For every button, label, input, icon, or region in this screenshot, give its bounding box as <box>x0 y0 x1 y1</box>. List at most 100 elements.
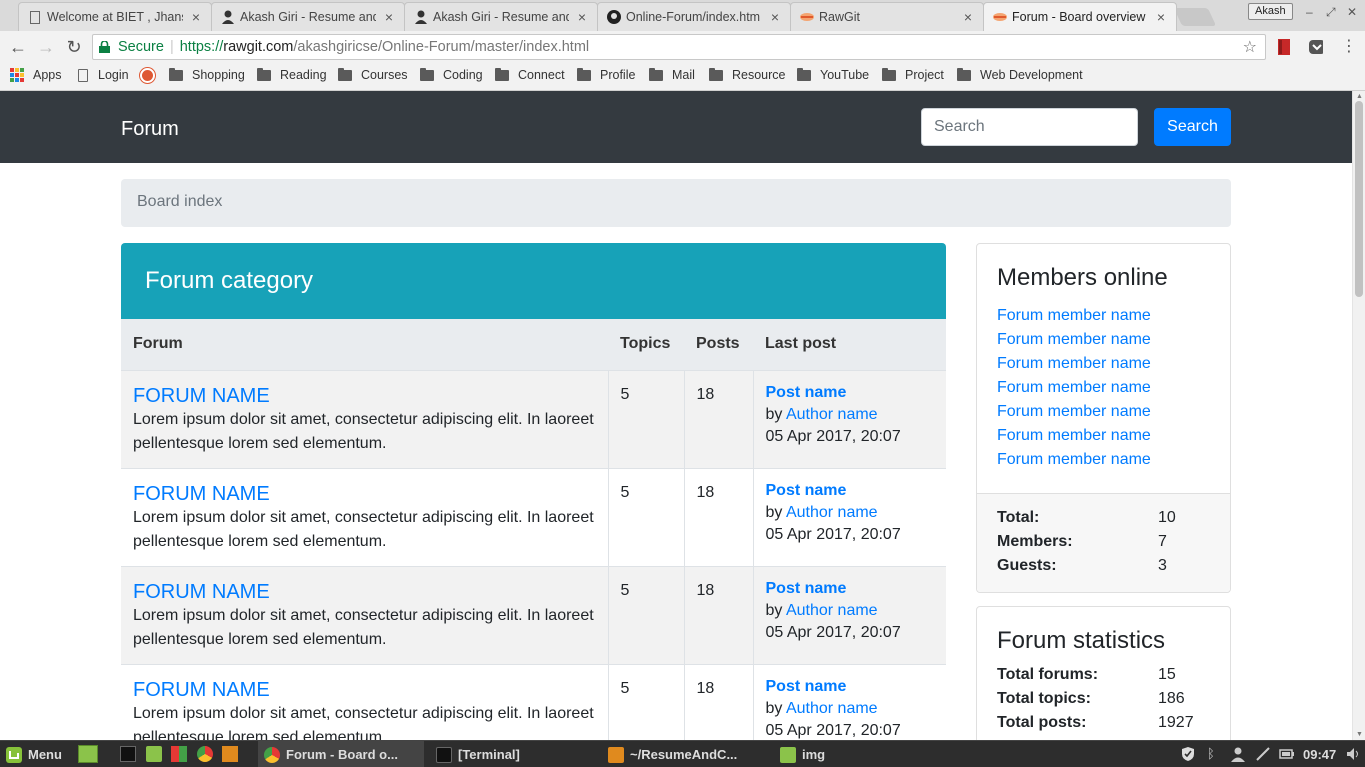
forum-name-link[interactable]: FORUM NAME <box>133 482 596 506</box>
browser-tab-active[interactable]: Forum - Board overview × <box>983 2 1177 31</box>
bookmark-folder[interactable]: Coding <box>420 67 483 82</box>
user-icon[interactable] <box>1230 746 1246 762</box>
author-link[interactable]: Author name <box>786 700 878 717</box>
bookmark-folder[interactable]: Mail <box>649 67 695 82</box>
address-bar[interactable]: Secure | https://rawgit.com/akashgiricse… <box>92 34 1266 60</box>
bookmark-folder[interactable]: YouTube <box>797 67 869 82</box>
post-name-link[interactable]: Post name <box>766 480 935 502</box>
tab-close-icon[interactable]: × <box>382 9 396 25</box>
volume-icon[interactable] <box>1345 746 1361 762</box>
sublime-launcher-icon[interactable] <box>222 746 238 762</box>
rawgit-icon <box>993 10 1007 24</box>
bookmark-label: Project <box>905 68 944 82</box>
post-name-link[interactable]: Post name <box>766 676 935 698</box>
page-icon <box>28 10 42 24</box>
post-name-link[interactable]: Post name <box>766 578 935 600</box>
browser-tab[interactable]: Akash Giri - Resume and × <box>211 2 405 31</box>
author-link[interactable]: Author name <box>786 602 878 619</box>
taskbar-window-chrome[interactable]: Forum - Board o... <box>258 741 424 767</box>
search-input[interactable] <box>921 108 1138 146</box>
pocket-icon[interactable] <box>1309 39 1323 55</box>
terminal-launcher-icon[interactable] <box>120 746 136 762</box>
scroll-up-icon[interactable]: ▲ <box>1356 93 1363 100</box>
window-close-icon[interactable]: ✕ <box>1347 5 1357 19</box>
folder-icon <box>257 67 271 81</box>
chrome-launcher-icon[interactable] <box>197 746 213 762</box>
bookmark-folder[interactable]: Project <box>882 67 944 82</box>
site-brand[interactable]: Forum <box>121 118 179 141</box>
scrollbar-thumb[interactable] <box>1355 101 1363 297</box>
files-launcher-icon[interactable] <box>146 746 162 762</box>
show-desktop-icon[interactable] <box>78 745 98 763</box>
tab-close-icon[interactable]: × <box>575 9 589 25</box>
bookmark-label: Apps <box>33 68 62 82</box>
member-link[interactable]: Forum member name <box>997 448 1230 472</box>
apps-launcher-icon[interactable] <box>171 746 187 762</box>
page-scrollbar[interactable]: ▲ ▼ <box>1352 91 1365 740</box>
battery-icon[interactable] <box>1279 746 1295 762</box>
author-link[interactable]: Author name <box>786 406 878 423</box>
table-row: FORUM NAME Lorem ipsum dolor sit amet, co… <box>121 565 946 664</box>
topics-count: 5 <box>607 467 684 566</box>
bookmark-folder[interactable]: Reading <box>257 67 327 82</box>
table-row: FORUM NAME Lorem ipsum dolor sit amet, co… <box>121 663 946 740</box>
folder-icon <box>495 67 509 81</box>
bookmark-apps[interactable]: Apps <box>10 68 62 82</box>
bookmark-duckduckgo[interactable] <box>140 68 155 83</box>
bookmark-star-icon[interactable]: ☆ <box>1243 37 1257 57</box>
posts-count: 18 <box>683 565 753 664</box>
author-link[interactable]: Author name <box>786 504 878 521</box>
browser-tab[interactable]: RawGit × <box>790 2 984 31</box>
breadcrumb: Board index <box>121 179 1231 227</box>
tab-close-icon[interactable]: × <box>1154 9 1168 25</box>
browser-tab[interactable]: Akash Giri - Resume and × <box>404 2 598 31</box>
member-link[interactable]: Forum member name <box>997 328 1230 352</box>
start-menu-button[interactable]: Menu <box>6 741 62 767</box>
tab-close-icon[interactable]: × <box>768 9 782 25</box>
new-tab-button[interactable] <box>1173 8 1217 26</box>
bookmark-folder[interactable]: Shopping <box>169 67 245 82</box>
bookmark-login[interactable]: Login <box>78 68 129 82</box>
member-link[interactable]: Forum member name <box>997 376 1230 400</box>
taskbar-window-terminal[interactable]: [Terminal] <box>436 741 520 767</box>
back-icon[interactable]: ← <box>7 36 29 58</box>
forum-name-link[interactable]: FORUM NAME <box>133 384 596 408</box>
browser-tab[interactable]: Online-Forum/index.htm × <box>597 2 791 31</box>
restore-icon[interactable]: ⤢ <box>1326 5 1336 20</box>
member-link[interactable]: Forum member name <box>997 400 1230 424</box>
reload-icon[interactable]: ↻ <box>63 36 85 58</box>
by-label: by <box>765 601 783 619</box>
profile-button[interactable]: Akash <box>1248 3 1293 20</box>
shield-icon[interactable] <box>1180 746 1196 762</box>
search-button[interactable]: Search <box>1154 108 1231 146</box>
bookmark-folder[interactable]: Connect <box>495 67 565 82</box>
tab-close-icon[interactable]: × <box>961 9 975 25</box>
posts-count: 18 <box>683 467 753 566</box>
minimize-icon[interactable]: – <box>1306 5 1313 19</box>
network-icon[interactable] <box>1255 746 1271 762</box>
bookmark-folder[interactable]: Profile <box>577 67 635 82</box>
bluetooth-icon[interactable]: ᛒ <box>1207 746 1223 762</box>
bookmark-folder[interactable]: Courses <box>338 67 408 82</box>
folder-icon <box>577 67 591 81</box>
member-link[interactable]: Forum member name <box>997 424 1230 448</box>
bookmark-folder[interactable]: Web Development <box>957 67 1083 82</box>
member-link[interactable]: Forum member name <box>997 352 1230 376</box>
chrome-menu-icon[interactable]: ⋮ <box>1338 36 1360 58</box>
member-link[interactable]: Forum member name <box>997 304 1230 328</box>
bookmark-folder[interactable]: Resource <box>709 67 786 82</box>
page-icon <box>78 68 88 82</box>
clock[interactable]: 09:47 <box>1303 741 1336 767</box>
bookmark-extension-icon[interactable] <box>1278 39 1292 55</box>
taskbar-window-sublime[interactable]: ~/ResumeAndC... <box>608 741 737 767</box>
forum-name-link[interactable]: FORUM NAME <box>133 580 596 604</box>
forward-icon[interactable]: → <box>35 36 57 58</box>
topics-count: 5 <box>607 565 684 664</box>
browser-tab[interactable]: Welcome at BIET , Jhansi × <box>18 2 212 31</box>
forum-name-link[interactable]: FORUM NAME <box>133 678 596 702</box>
post-name-link[interactable]: Post name <box>766 382 935 404</box>
stat-label: Total topics: <box>997 690 1091 707</box>
scroll-down-icon[interactable]: ▼ <box>1356 731 1363 738</box>
taskbar-window-files[interactable]: img <box>780 741 825 767</box>
tab-close-icon[interactable]: × <box>189 9 203 25</box>
